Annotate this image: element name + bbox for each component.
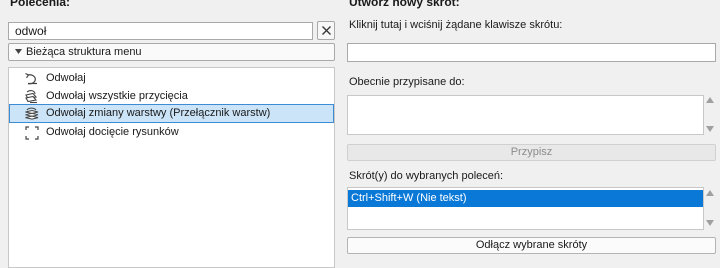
- command-label: Odwołaj docięcie rysunków: [46, 126, 179, 138]
- menu-structure-selected: Bieżąca struktura menu: [26, 46, 142, 58]
- currently-assigned-label: Obecnie przypisane do:: [349, 76, 465, 88]
- command-item-undo[interactable]: Odwołaj: [9, 69, 334, 88]
- command-label: Odwołaj zmiany warstwy (Przełącznik wars…: [46, 107, 271, 119]
- shortcut-row[interactable]: Ctrl+Shift+W (Nie tekst): [348, 190, 703, 207]
- close-icon: [322, 26, 331, 35]
- command-item-undo-crop-drawings[interactable]: Odwołaj docięcie rysunków: [9, 123, 334, 142]
- scroll-up-icon[interactable]: [706, 190, 714, 196]
- shortcuts-list[interactable]: Ctrl+Shift+W (Nie tekst): [347, 187, 704, 230]
- layer-undo-icon: [25, 107, 39, 120]
- scroll-up-icon[interactable]: [706, 97, 714, 103]
- shortcuts-for-selected-label: Skrót(y) do wybranych poleceń:: [349, 170, 504, 182]
- command-search-input[interactable]: [8, 22, 313, 40]
- detach-shortcuts-button[interactable]: Odłącz wybrane skróty: [347, 237, 716, 254]
- chevron-down-icon: [15, 49, 22, 54]
- clear-search-button[interactable]: [317, 21, 335, 40]
- menu-structure-dropdown[interactable]: Bieżąca struktura menu: [8, 43, 335, 61]
- currently-assigned-list: [347, 95, 704, 135]
- command-label: Odwołaj: [46, 72, 86, 84]
- commands-title: Polecenia:: [10, 0, 71, 9]
- shortcut-key-input[interactable]: [347, 43, 716, 62]
- press-keys-label: Kliknij tutaj i wciśnij żądane klawisze …: [349, 19, 563, 31]
- undo-icon: [25, 72, 37, 85]
- scroll-down-icon[interactable]: [706, 220, 714, 226]
- crop-drawing-icon: [25, 126, 39, 140]
- scroll-down-icon[interactable]: [706, 126, 714, 132]
- assign-button[interactable]: Przypisz: [347, 144, 716, 161]
- undo-all-trims-icon: [25, 90, 38, 104]
- command-item-undo-layer-changes[interactable]: Odwołaj zmiany warstwy (Przełącznik wars…: [9, 104, 334, 123]
- commands-list[interactable]: Odwołaj Odwołaj wszystkie przycięcia Odw…: [8, 67, 335, 268]
- command-label: Odwołaj wszystkie przycięcia: [46, 90, 188, 102]
- create-shortcut-title: Utwórz nowy skrót:: [349, 0, 460, 9]
